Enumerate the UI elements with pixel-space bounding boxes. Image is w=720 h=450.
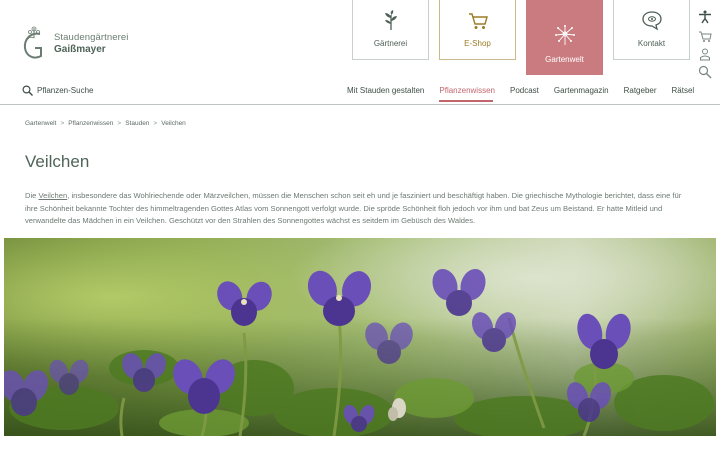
logo-flower-icon: [23, 26, 42, 59]
nav-raetsel[interactable]: Rätsel: [672, 86, 695, 95]
breadcrumb: Gartenwelt > Pflanzenwissen > Stauden > …: [25, 120, 186, 127]
plant-icon: [384, 10, 397, 30]
nav-box-gaertnerei[interactable]: Gärtnerei: [352, 0, 429, 60]
nav-gartenmagazin[interactable]: Gartenmagazin: [554, 86, 609, 95]
nav-box-label: Kontakt: [637, 39, 666, 48]
plant-search-link[interactable]: Pflanzen-Suche: [22, 85, 93, 96]
main-navigation: Mit Stauden gestalten Pflanzenwissen Pod…: [347, 86, 694, 95]
nav-box-kontakt[interactable]: Kontakt: [613, 0, 690, 60]
user-icon[interactable]: [698, 47, 712, 61]
utility-icons: [696, 0, 714, 80]
nav-ratgeber[interactable]: Ratgeber: [624, 86, 657, 95]
brand-name-line1: Staudengärtnerei: [54, 32, 129, 43]
nav-box-label: E-Shop: [464, 39, 491, 48]
breadcrumb-item-current: Veilchen: [161, 120, 186, 127]
nav-box-gartenwelt[interactable]: Gartenwelt: [526, 0, 603, 75]
nav-podcast[interactable]: Podcast: [510, 86, 539, 95]
nav-pflanzenwissen[interactable]: Pflanzenwissen: [439, 86, 495, 95]
breadcrumb-separator: >: [60, 120, 65, 127]
brand-logo[interactable]: Staudengärtnerei Gaißmayer: [20, 26, 129, 62]
nav-box-label: Gartenwelt: [545, 55, 584, 64]
search-icon: [22, 85, 33, 96]
cart-icon[interactable]: [698, 29, 712, 43]
intro-prefix: Die: [25, 191, 39, 200]
top-nav-boxes: Gärtnerei E-Shop Gartenwelt Kontakt: [352, 0, 690, 75]
dandelion-icon: [554, 25, 575, 45]
nav-box-eshop[interactable]: E-Shop: [439, 0, 516, 60]
hero-image-violets: [4, 238, 716, 436]
intro-text: , insbesondere das Wohlriechende oder Mä…: [25, 191, 682, 225]
brand-name-line2: Gaißmayer: [54, 44, 106, 55]
nav-box-label: Gärtnerei: [373, 39, 408, 48]
search-icon[interactable]: [698, 65, 712, 79]
breadcrumb-separator: >: [153, 120, 158, 127]
intro-paragraph: Die Veilchen, insbesondere das Wohlriech…: [25, 190, 693, 228]
speech-bubble-icon: [641, 11, 662, 31]
header-divider: [0, 104, 720, 105]
breadcrumb-item-stauden[interactable]: Stauden: [125, 120, 149, 127]
nav-mit-stauden-gestalten[interactable]: Mit Stauden gestalten: [347, 86, 424, 95]
breadcrumb-item-pflanzenwissen[interactable]: Pflanzenwissen: [68, 120, 113, 127]
violet-photo: [4, 238, 716, 436]
breadcrumb-item-gartenwelt[interactable]: Gartenwelt: [25, 120, 56, 127]
active-nav-indicator: [439, 100, 493, 102]
breadcrumb-separator: >: [117, 120, 122, 127]
cart-icon: [468, 13, 488, 29]
plant-search-label: Pflanzen-Suche: [37, 86, 94, 95]
accessibility-icon[interactable]: [698, 10, 712, 24]
page-title: Veilchen: [25, 152, 90, 171]
veilchen-link[interactable]: Veilchen: [39, 191, 68, 200]
